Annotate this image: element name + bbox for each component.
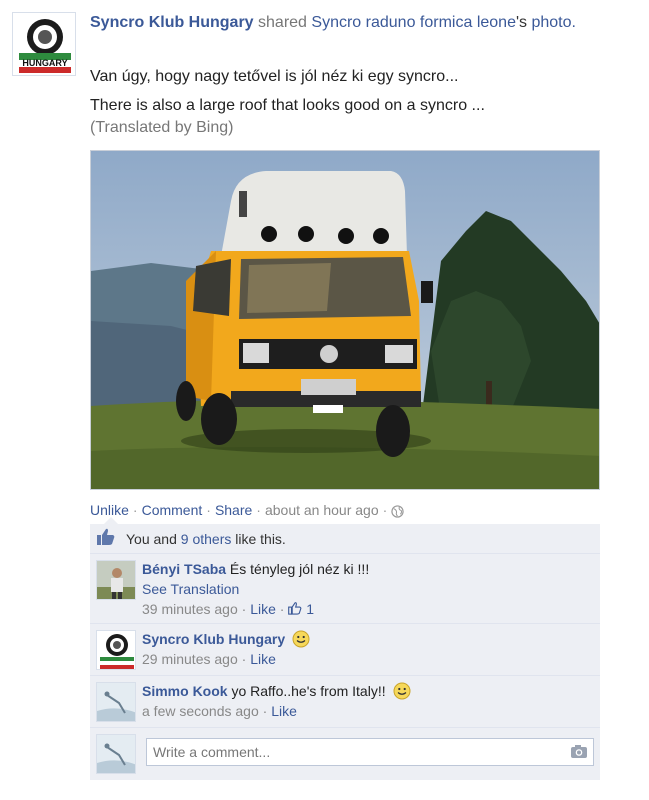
comment-author-link[interactable]: Syncro Klub Hungary <box>142 631 285 647</box>
see-translation-link[interactable]: See Translation <box>142 581 239 597</box>
comment-time[interactable]: 39 minutes ago <box>142 601 238 617</box>
likes-sentence: You and 9 others like this. <box>90 524 600 554</box>
shared-word: shared <box>258 14 307 31</box>
comment-text: És tényleg jól néz ki !!! <box>229 561 370 577</box>
likes-others-link[interactable]: 9 others <box>181 531 232 547</box>
separator: · <box>279 601 285 617</box>
separator: · <box>256 502 261 518</box>
comment-text: yo Raffo..he's from Italy!! <box>231 683 386 699</box>
feedback-panel: You and 9 others like this. Bényi TSaba … <box>90 517 600 780</box>
source-owner-link[interactable]: Syncro raduno formica leone <box>311 14 516 31</box>
viewer-avatar <box>96 734 136 774</box>
comment-like-link[interactable]: Like <box>271 703 297 719</box>
comment-like-link[interactable]: Like <box>250 601 276 617</box>
comment-avatar[interactable] <box>96 560 136 600</box>
separator: · <box>382 502 388 518</box>
source-suffix: 's <box>515 14 528 31</box>
translated-by: (Translated by Bing) <box>90 119 234 136</box>
comment-like-link[interactable]: Like <box>250 651 276 667</box>
thumbs-up-icon <box>288 602 302 615</box>
story-header: Syncro Klub Hungary shared Syncro raduno… <box>90 12 630 34</box>
comment-item: Bényi TSaba És tényleg jól néz ki !!! Se… <box>90 554 600 624</box>
smiley-icon <box>390 682 411 700</box>
comment-item: Syncro Klub Hungary 29 minutes ago · Lik… <box>90 624 600 676</box>
camera-icon[interactable] <box>570 744 588 759</box>
comment-avatar[interactable] <box>96 682 136 722</box>
separator: · <box>206 502 211 518</box>
smiley-icon <box>289 630 310 648</box>
comment-author-link[interactable]: Bényi TSaba <box>142 561 226 577</box>
page-avatar[interactable]: HUNGARY <box>12 12 76 76</box>
avatar-logo-text: HUNGARY <box>22 58 67 68</box>
comment-like-count[interactable]: 1 <box>288 601 314 617</box>
panel-caret <box>104 517 118 524</box>
post-message: Van úgy, hogy nagy tetővel is jól néz ki… <box>90 68 459 85</box>
source-photo-link[interactable]: photo. <box>531 14 575 31</box>
comment-time[interactable]: 29 minutes ago <box>142 651 238 667</box>
likes-suffix: like this. <box>235 530 286 547</box>
like-count-value: 1 <box>306 601 315 617</box>
comment-input[interactable]: Write a comment... <box>146 738 594 766</box>
comment-author-link[interactable]: Simmo Kook <box>142 683 228 699</box>
write-comment-row: Write a comment... <box>90 728 600 780</box>
thumbs-up-icon <box>96 528 126 549</box>
separator: · <box>241 651 247 667</box>
story-actions: Unlike · Comment · Share · about an hour… <box>90 500 404 520</box>
timestamp-link[interactable]: about an hour ago <box>265 500 379 520</box>
comment-link[interactable]: Comment <box>142 500 203 520</box>
post-photo[interactable] <box>90 150 600 490</box>
comment-time[interactable]: a few seconds ago <box>142 703 259 719</box>
separator: · <box>262 703 268 719</box>
separator: · <box>132 502 138 518</box>
comment-avatar[interactable] <box>96 630 136 670</box>
comment-item: Simmo Kook yo Raffo..he's from Italy!! a… <box>90 676 600 728</box>
globe-icon[interactable] <box>391 500 404 520</box>
separator: · <box>241 601 247 617</box>
actor-link[interactable]: Syncro Klub Hungary <box>90 14 254 31</box>
post-translation: There is also a large roof that looks go… <box>90 97 485 114</box>
share-link[interactable]: Share <box>215 500 252 520</box>
feed-story: HUNGARY Syncro Klub Hungary shared Syncr… <box>0 0 649 800</box>
likes-prefix: You and <box>126 530 177 547</box>
